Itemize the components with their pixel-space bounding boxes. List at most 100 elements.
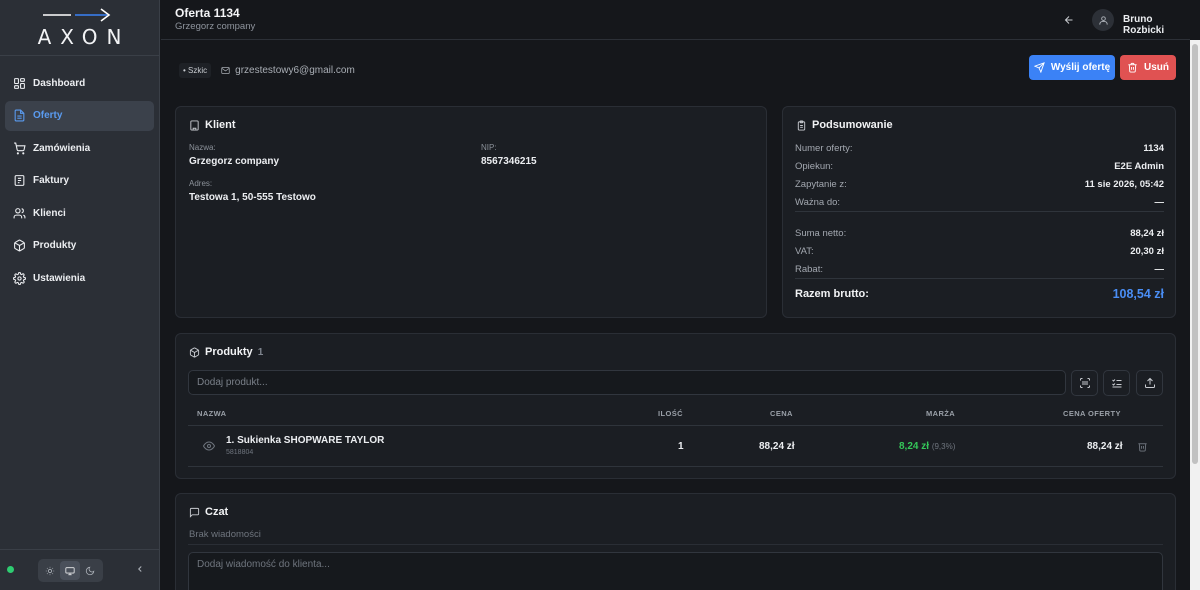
send-offer-button[interactable]: Wyślij ofertę <box>1029 55 1115 80</box>
scrollbar-thumb[interactable] <box>1192 44 1198 464</box>
margin-value: 8,24 zł <box>899 441 930 452</box>
table-row-divider <box>188 466 1163 467</box>
summary-label: Numer oferty: <box>795 142 853 154</box>
avatar[interactable] <box>1092 9 1114 31</box>
offer-meta: • Szkic grzestestowy6@gmail.com <box>179 63 355 78</box>
sidebar-item-oferty[interactable]: Oferty <box>5 100 154 131</box>
sidebar-item-produkty[interactable]: Produkty <box>5 231 154 261</box>
page-subtitle: Grzegorz company <box>175 21 256 32</box>
user-name[interactable]: Bruno Rozbicki <box>1123 14 1190 36</box>
preview-button[interactable] <box>202 440 216 452</box>
theme-switcher <box>38 559 103 582</box>
invoice-icon <box>14 175 25 186</box>
chat-message-input[interactable] <box>188 552 1163 590</box>
remove-product-button[interactable] <box>1137 440 1148 452</box>
sidebar-item-label: Dashboard <box>33 77 86 89</box>
column-header-price[interactable]: CENA <box>770 409 793 418</box>
column-header-name[interactable]: NAZWA <box>197 409 227 418</box>
sidebar-item-faktury[interactable]: Faktury <box>5 166 154 196</box>
client-email: grzestestowy6@gmail.com <box>221 65 355 76</box>
list-check-icon <box>1111 379 1121 388</box>
delete-button[interactable]: Usuń <box>1120 55 1176 80</box>
sidebar-item-klienci[interactable]: Klienci <box>5 198 154 228</box>
moon-icon <box>85 566 95 575</box>
product-offer-price[interactable]: 88,24 zł <box>1087 441 1123 452</box>
client-address-label: Adres: <box>189 179 213 188</box>
status-indicator <box>7 566 14 573</box>
gear-icon <box>13 271 26 285</box>
products-card: Produkty 1 NAZWA ILOŚĆ CENA MARŻA CENA O… <box>175 333 1176 479</box>
logo[interactable]: AXON <box>0 0 159 56</box>
products-title: Produkty <box>205 346 253 358</box>
package-icon <box>14 239 25 252</box>
eye-icon <box>202 441 216 451</box>
chat-title: Czat <box>205 506 229 518</box>
package-icon <box>189 346 200 358</box>
client-name-label: Nazwa: <box>189 143 216 152</box>
sun-icon <box>45 566 55 575</box>
back-button[interactable] <box>1061 12 1077 28</box>
page-title: Oferta 1134 <box>175 6 240 20</box>
column-header-margin[interactable]: MARŻA <box>926 409 955 418</box>
sidebar: AXON Dashboard Oferty Zamówienia Faktury… <box>0 0 160 590</box>
dashboard-icon <box>14 77 25 89</box>
main-content: • Szkic grzestestowy6@gmail.com Wyślij o… <box>161 41 1190 590</box>
sidebar-item-label: Faktury <box>33 175 70 186</box>
summary-label: Suma netto: <box>795 227 847 239</box>
checklist-button[interactable] <box>1103 370 1130 396</box>
total-label: Razem brutto: <box>795 288 869 300</box>
column-header-offer-price[interactable]: CENA OFERTY <box>1063 409 1121 418</box>
summary-card: Podsumowanie Numer oferty: 1134 Opiekun:… <box>782 106 1176 318</box>
arrow-left-icon <box>1064 16 1073 24</box>
summary-value: — <box>1154 196 1165 208</box>
client-card-title: Klient <box>189 119 236 131</box>
product-price: 88,24 zł <box>759 441 795 452</box>
chat-divider <box>188 544 1163 545</box>
sidebar-footer <box>0 549 160 590</box>
scan-barcode-button[interactable] <box>1071 370 1098 396</box>
table-header-divider <box>188 425 1163 426</box>
theme-system-button[interactable] <box>60 561 80 580</box>
sidebar-item-ustawienia[interactable]: Ustawienia <box>5 263 154 293</box>
theme-light-button[interactable] <box>40 561 60 580</box>
product-margin: 8,24 zł (9,3%) <box>899 441 955 452</box>
products-count: 1 <box>257 346 264 358</box>
chat-card-title: Czat <box>189 506 228 518</box>
summary-title: Podsumowanie <box>812 119 893 131</box>
sidebar-item-zamowienia[interactable]: Zamówienia <box>5 133 154 163</box>
building-icon <box>190 119 199 131</box>
scan-icon <box>1079 378 1090 388</box>
logo-arrow-icon <box>42 7 110 22</box>
sidebar-item-dashboard[interactable]: Dashboard <box>5 68 154 98</box>
message-icon <box>189 507 200 518</box>
summary-row-net: Suma netto: 88,24 zł <box>795 224 1164 242</box>
trash-icon <box>1128 62 1137 73</box>
collapse-sidebar-button[interactable] <box>133 562 147 576</box>
summary-card-title: Podsumowanie <box>796 119 893 131</box>
logo-text: AXON <box>37 24 131 49</box>
document-icon <box>14 109 25 122</box>
product-name[interactable]: 1. Sukienka SHOPWARE TAYLOR <box>226 435 384 446</box>
scrollbar[interactable] <box>1190 40 1200 590</box>
chevron-left-icon <box>138 566 142 572</box>
sidebar-item-label: Klienci <box>33 207 66 219</box>
summary-row-vat: VAT: 20,30 zł <box>795 242 1164 260</box>
upload-button[interactable] <box>1136 370 1163 396</box>
monitor-icon <box>65 566 75 575</box>
product-quantity[interactable]: 1 <box>678 441 684 452</box>
theme-dark-button[interactable] <box>80 561 100 580</box>
email-text: grzestestowy6@gmail.com <box>235 65 355 76</box>
summary-value: 1134 <box>1143 142 1164 154</box>
summary-row-request-date: Zapytanie z: 11 sie 2026, 05:42 <box>795 175 1164 193</box>
clipboard-icon <box>797 119 806 131</box>
summary-row-owner: Opiekun: E2E Admin <box>795 157 1164 175</box>
sidebar-item-label: Zamówienia <box>33 142 91 154</box>
summary-value: — <box>1154 263 1165 275</box>
trash-icon <box>1138 443 1147 452</box>
client-nip: 8567346215 <box>481 156 537 167</box>
main-nav: Dashboard Oferty Zamówienia Faktury Klie… <box>0 56 159 293</box>
summary-value: 88,24 zł <box>1130 227 1164 239</box>
add-product-input[interactable] <box>188 370 1066 395</box>
column-header-quantity[interactable]: ILOŚĆ <box>658 409 683 418</box>
summary-row-offer-number: Numer oferty: 1134 <box>795 139 1164 157</box>
